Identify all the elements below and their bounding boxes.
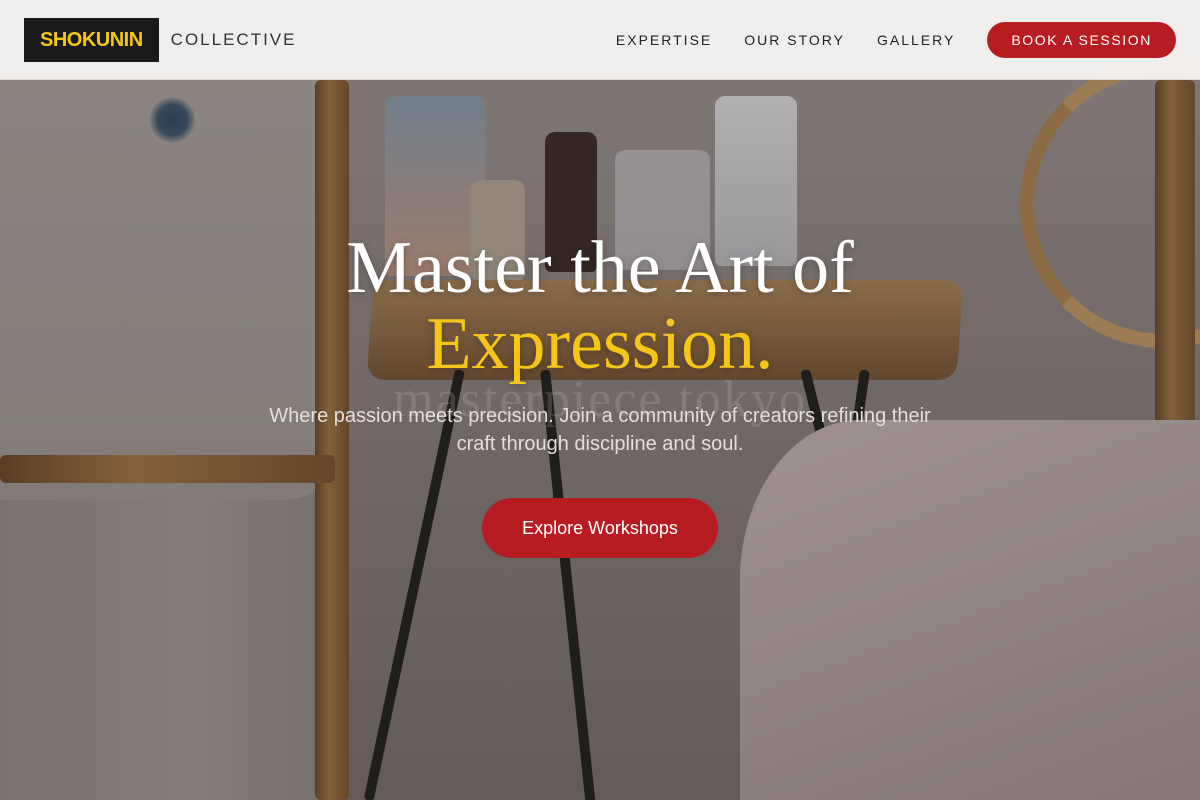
nav-link-expertise[interactable]: EXPERTISE	[616, 32, 712, 48]
hero-title-line1: Master the Art of	[346, 227, 854, 309]
brand-suffix: COLLECTIVE	[170, 29, 297, 49]
main-nav: EXPERTISE OUR STORY GALLERY BOOK A SESSI…	[616, 21, 1176, 58]
brand-logo[interactable]: SHOKUNIN	[24, 17, 159, 62]
nav-link-our-story[interactable]: OUR STORY	[744, 32, 845, 48]
hero-title-highlight: Expression.	[426, 303, 774, 385]
hero-subtitle: Where passion meets precision. Join a co…	[269, 405, 931, 455]
hero-section: Master the Art of Expression. Where pass…	[0, 230, 1200, 558]
book-session-button[interactable]: BOOK A SESSION	[987, 21, 1176, 58]
explore-workshops-button[interactable]: Explore Workshops	[482, 498, 718, 558]
site-header: SHOKUNIN COLLECTIVE EXPERTISE OUR STORY …	[0, 0, 1200, 80]
nav-link-gallery[interactable]: GALLERY	[877, 32, 955, 48]
